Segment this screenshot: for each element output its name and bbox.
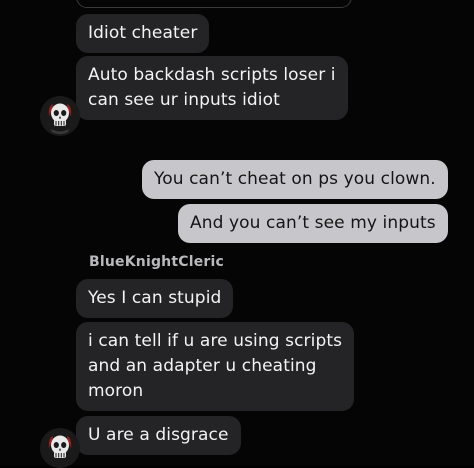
message-text-line: i can tell if u are using scripts xyxy=(88,331,343,351)
message-text-line: and an adapter u cheating xyxy=(88,356,317,376)
message-text: Yes I can stupid xyxy=(88,288,222,308)
skull-avatar-icon[interactable] xyxy=(40,96,80,136)
message-bubble-outgoing[interactable]: And you can’t see my inputs xyxy=(178,204,448,243)
message-bubble-outgoing[interactable]: You can’t cheat on ps you clown. xyxy=(142,160,448,199)
message-text: And you can’t see my inputs xyxy=(190,213,436,233)
chat-thread: Idiot cheater Auto backdash scripts lose… xyxy=(0,0,474,468)
message-bubble-incoming[interactable]: U are a disgrace xyxy=(76,416,241,455)
sender-name: BlueKnightCleric xyxy=(89,254,224,270)
skull-icon xyxy=(40,428,80,468)
message-text-line: moron xyxy=(88,381,144,401)
message-bubble-incoming[interactable]: Yes I can stupid xyxy=(76,279,234,318)
message-bubble-incoming[interactable]: Idiot cheater xyxy=(76,14,210,53)
message-bubble-incoming[interactable]: Auto backdash scripts loser i can see ur… xyxy=(76,56,348,120)
message-text: You can’t cheat on ps you clown. xyxy=(154,169,436,189)
skull-icon xyxy=(40,96,80,136)
skull-avatar-icon[interactable] xyxy=(40,428,80,468)
message-text-line: Auto backdash scripts loser i xyxy=(88,65,336,85)
message-text: Idiot cheater xyxy=(88,23,198,43)
message-bubble-incoming[interactable]: i can tell if u are using scripts and an… xyxy=(76,322,355,411)
previous-message-bubble[interactable] xyxy=(76,0,352,8)
message-text-line: can see ur inputs idiot xyxy=(88,90,280,110)
message-text: U are a disgrace xyxy=(88,425,229,445)
